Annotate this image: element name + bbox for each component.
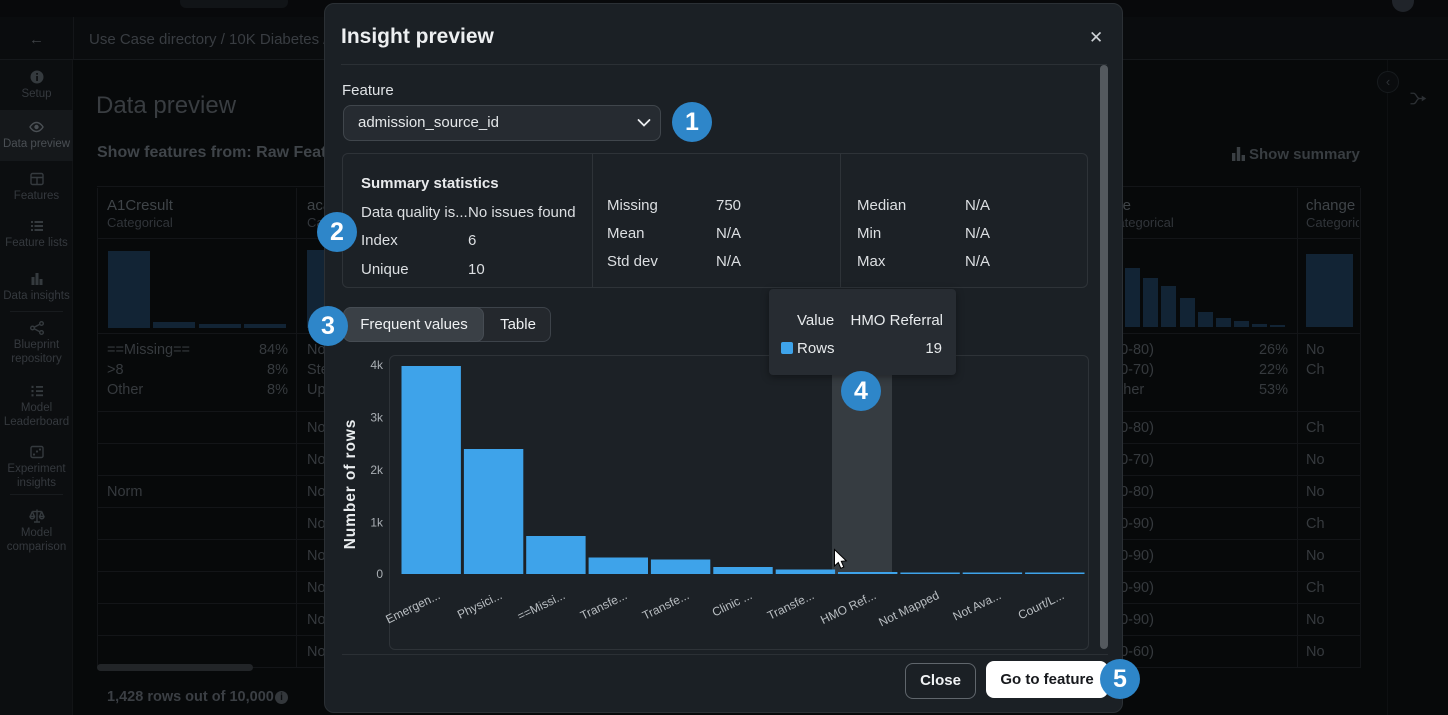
svg-text:3k: 3k [370,411,384,425]
svg-text:Physici...: Physici... [455,588,504,622]
svg-text:Transfe...: Transfe... [640,588,691,623]
svg-text:HMO Ref...: HMO Ref... [818,588,878,627]
svg-text:Transfe...: Transfe... [765,588,816,623]
svg-text:Emergen...: Emergen... [383,588,442,626]
svg-text:Not Mapped: Not Mapped [876,588,941,629]
svg-text:Number of rows: Number of rows [342,419,359,550]
svg-text:Court/L...: Court/L... [1016,588,1067,622]
svg-text:4k: 4k [370,358,384,372]
svg-text:Not Ava...: Not Ava... [951,588,1004,623]
svg-text:Transfe...: Transfe... [578,588,629,623]
svg-text:Clinic ...: Clinic ... [710,588,755,619]
svg-text:2k: 2k [370,463,384,477]
svg-text:0: 0 [376,567,383,581]
svg-text:==Missi...: ==Missi... [515,588,567,623]
svg-text:1k: 1k [370,516,384,530]
